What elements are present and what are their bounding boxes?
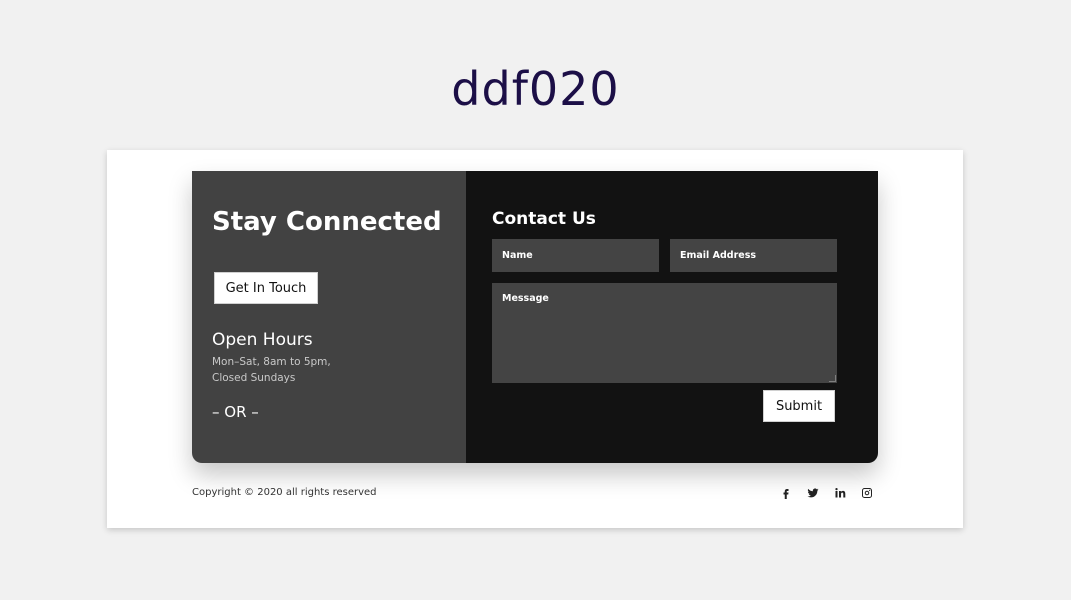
contact-us-heading: Contact Us [492,209,596,229]
or-divider-text: – OR – [212,403,259,421]
facebook-icon[interactable] [779,486,793,500]
email-input[interactable] [670,239,837,272]
open-hours-heading: Open Hours [212,330,313,350]
copyright-text: Copyright © 2020 all rights reserved [192,487,377,498]
page-title: ddf020 [451,62,620,116]
stay-connected-heading: Stay Connected [212,207,442,237]
resize-grip-icon[interactable] [829,375,836,382]
form-panel: Contact Us Submit [466,171,878,463]
twitter-icon[interactable] [806,486,820,500]
hours-weekday-text: Mon–Sat, 8am to 5pm, [212,356,331,368]
message-textarea[interactable] [492,283,837,383]
get-in-touch-button[interactable]: Get In Touch [214,272,318,304]
hours-sunday-text: Closed Sundays [212,372,296,384]
info-panel: Stay Connected Get In Touch Open Hours M… [192,171,466,463]
social-links [779,486,874,500]
instagram-icon[interactable] [860,486,874,500]
contact-card: Stay Connected Get In Touch Open Hours M… [107,150,963,528]
contact-panel: Stay Connected Get In Touch Open Hours M… [192,171,878,463]
linkedin-icon[interactable] [833,486,847,500]
submit-button[interactable]: Submit [763,390,835,422]
name-input[interactable] [492,239,659,272]
